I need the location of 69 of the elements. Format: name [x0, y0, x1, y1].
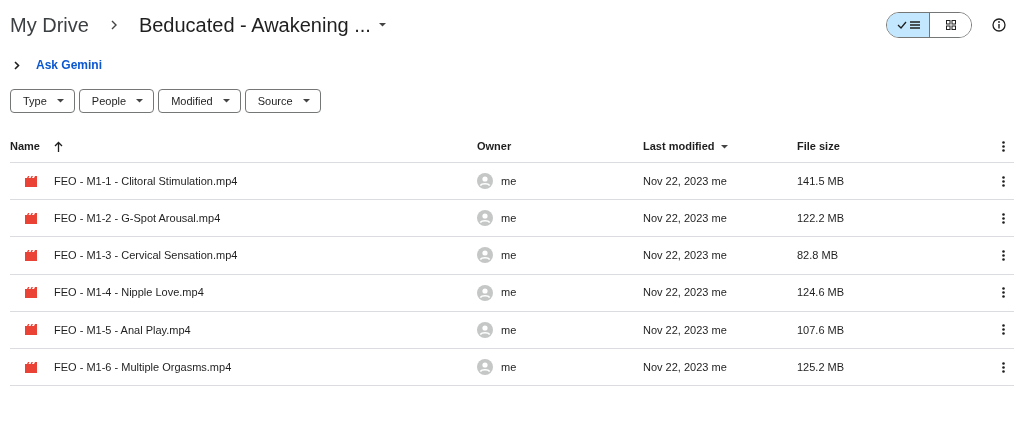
grid-icon: [945, 20, 956, 30]
column-header[interactable]: Last modified: [643, 138, 728, 155]
sort-up-arrow-icon: [53, 141, 63, 152]
avatar-icon: [477, 321, 493, 338]
owner-name: me: [501, 359, 517, 375]
caret-icon: [378, 23, 386, 27]
chevron-right-icon[interactable]: [14, 60, 20, 70]
column-header[interactable]: File size: [797, 138, 840, 155]
file-size: 124.6 MB: [797, 286, 845, 299]
caret-icon: [136, 99, 144, 103]
more-icon[interactable]: [1001, 249, 1005, 261]
file-name[interactable]: FEO - M1-2 - G-Spot Arousal.mp4: [54, 210, 221, 227]
video-file-icon: [25, 212, 37, 224]
video-file-icon: [25, 287, 37, 299]
more-icon[interactable]: [1001, 212, 1005, 224]
caret-icon: [720, 144, 728, 149]
video-file-icon: [25, 361, 37, 373]
grid-view-button[interactable]: [929, 13, 971, 37]
file-size: 82.8 MB: [797, 249, 838, 262]
filter-chip[interactable]: Modified: [158, 89, 241, 113]
ask-gemini-link[interactable]: Ask Gemini: [36, 56, 103, 74]
file-name[interactable]: FEO - M1-3 - Cervical Sensation.mp4: [54, 247, 238, 264]
video-file-icon: [25, 324, 37, 336]
more-icon[interactable]: [1001, 175, 1005, 187]
breadcrumb-item[interactable]: My Drive: [10, 10, 89, 40]
avatar-icon: [477, 247, 493, 264]
file-size: 122.2 MB: [797, 212, 845, 225]
video-file-icon: [25, 249, 37, 261]
breadcrumb-item[interactable]: Beducated - Awakening ...: [138, 10, 386, 40]
caret-icon: [222, 99, 230, 103]
avatar-icon: [477, 173, 493, 190]
owner-name: me: [501, 211, 517, 227]
modified-date: Nov 22, 2023 me: [643, 323, 727, 336]
avatar-icon: [477, 210, 493, 227]
modified-date: Nov 22, 2023 me: [643, 286, 727, 299]
modified-date: Nov 22, 2023 me: [643, 174, 727, 187]
more-icon[interactable]: [1001, 361, 1005, 373]
filter-chip[interactable]: People: [78, 89, 155, 113]
avatar-icon: [477, 284, 493, 301]
more-icon[interactable]: [1001, 287, 1005, 299]
more-icon[interactable]: [1001, 141, 1005, 152]
filter-chip[interactable]: Source: [244, 89, 321, 113]
file-name[interactable]: FEO - M1-4 - Nipple Love.mp4: [54, 284, 204, 301]
caret-icon: [302, 99, 310, 103]
video-file-icon: [25, 175, 37, 187]
file-name[interactable]: FEO - M1-6 - Multiple Orgasms.mp4: [54, 358, 232, 376]
modified-date: Nov 22, 2023 me: [643, 249, 727, 262]
check-icon: [896, 21, 907, 29]
file-size: 125.2 MB: [797, 360, 845, 373]
owner-name: me: [501, 173, 517, 189]
file-name[interactable]: FEO - M1-1 - Clitoral Stimulation.mp4: [54, 172, 238, 190]
modified-date: Nov 22, 2023 me: [643, 360, 727, 373]
chevron-right-icon: [110, 20, 117, 30]
list-icon: [909, 21, 920, 29]
list-view-button[interactable]: [887, 13, 929, 37]
file-size: 107.6 MB: [797, 323, 845, 336]
info-icon[interactable]: [992, 18, 1006, 32]
owner-name: me: [501, 285, 517, 301]
owner-name: me: [501, 248, 517, 264]
owner-name: me: [501, 322, 517, 338]
column-header[interactable]: Name: [10, 138, 63, 155]
file-name[interactable]: FEO - M1-5 - Anal Play.mp4: [54, 321, 191, 339]
avatar-icon: [477, 359, 493, 376]
column-header[interactable]: Owner: [477, 138, 512, 155]
modified-date: Nov 22, 2023 me: [643, 212, 727, 225]
caret-icon: [56, 99, 64, 103]
file-size: 141.5 MB: [797, 174, 845, 187]
filter-chip[interactable]: Type: [10, 89, 75, 113]
more-icon[interactable]: [1001, 324, 1005, 336]
